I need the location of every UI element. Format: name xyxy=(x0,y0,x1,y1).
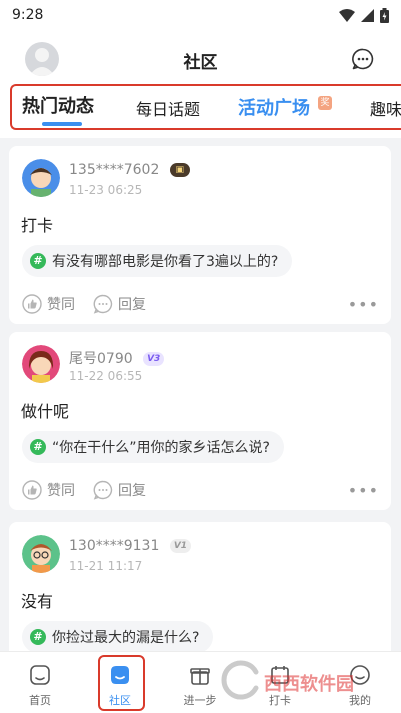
hashtag-icon: # xyxy=(30,253,46,269)
battery-icon xyxy=(380,7,389,23)
comment-icon xyxy=(93,480,113,500)
post-card[interactable]: 135****7602 ▣ 11-23 06:25 打卡 # 有没有哪部电影是你… xyxy=(9,146,391,324)
like-label: 赞同 xyxy=(47,297,75,313)
post-time: 11-23 06:25 xyxy=(69,183,143,197)
tab-active-underline xyxy=(42,122,82,126)
hashtag-icon: # xyxy=(30,629,46,645)
tab-bar: 热门动态 每日话题 活动广场 奖 趣味 xyxy=(0,82,401,138)
like-button[interactable]: 赞同 xyxy=(22,294,75,314)
nav-highlight-box xyxy=(98,655,145,711)
message-icon[interactable] xyxy=(351,47,375,71)
thumbs-up-icon xyxy=(22,294,42,314)
reply-label: 回复 xyxy=(118,297,146,313)
gift-icon xyxy=(190,668,210,685)
level-badge: V3 xyxy=(143,352,165,366)
post-text: 做什呢 xyxy=(21,402,70,421)
post-avatar[interactable] xyxy=(22,535,60,573)
post-username: 尾号0790 xyxy=(69,351,133,367)
hashtag-icon: # xyxy=(30,439,46,455)
cellular-icon xyxy=(361,8,374,22)
post-text: 没有 xyxy=(21,592,54,611)
more-options-icon[interactable]: ••• xyxy=(348,481,379,500)
nav-home-label: 首页 xyxy=(29,694,51,707)
topic-chip[interactable]: # 有没有哪部电影是你看了3遍以上的? xyxy=(22,245,293,277)
reply-label: 回复 xyxy=(118,483,146,499)
topic-text: 有没有哪部电影是你看了3遍以上的? xyxy=(52,254,279,270)
post-username: 135****7602 xyxy=(69,162,160,178)
post-avatar[interactable] xyxy=(22,345,60,383)
post-avatar[interactable] xyxy=(22,159,60,197)
topic-text: “你在干什么”用你的家乡话怎么说? xyxy=(52,440,270,456)
status-bar: 9:28 xyxy=(0,0,401,30)
page-title: 社区 xyxy=(183,53,218,73)
post-text: 打卡 xyxy=(21,216,54,235)
level-badge: V1 xyxy=(169,539,192,553)
like-button[interactable]: 赞同 xyxy=(22,480,75,500)
reply-button[interactable]: 回复 xyxy=(93,294,146,314)
tab-highlight-box: 热门动态 每日话题 活动广场 奖 趣味 xyxy=(10,84,401,130)
reward-badge: 奖 xyxy=(318,96,332,110)
post-time: 11-22 06:55 xyxy=(69,369,143,383)
status-time: 9:28 xyxy=(12,7,44,23)
tab-daily-topic[interactable]: 每日话题 xyxy=(136,89,200,128)
like-label: 赞同 xyxy=(47,483,75,499)
topic-text: 你捡过最大的漏是什么? xyxy=(52,630,200,646)
home-icon xyxy=(30,665,50,685)
post-card[interactable]: 尾号0790 V3 11-22 06:55 做什呢 # “你在干什么”用你的家乡… xyxy=(9,332,391,510)
more-options-icon[interactable]: ••• xyxy=(348,295,379,314)
reply-button[interactable]: 回复 xyxy=(93,480,146,500)
tab-fun[interactable]: 趣味 xyxy=(370,89,401,128)
post-username: 130****9131 xyxy=(69,538,160,554)
post-card[interactable]: 130****9131 V1 11-21 11:17 没有 # 你捡过最大的漏是… xyxy=(9,522,391,651)
comment-icon xyxy=(93,294,113,314)
topic-chip[interactable]: # 你捡过最大的漏是什么? xyxy=(22,621,214,651)
tab-activity-plaza[interactable]: 活动广场 xyxy=(238,88,310,128)
member-badge-icon: ▣ xyxy=(169,163,190,177)
watermark-text: 西西软件园 xyxy=(264,674,354,695)
post-time: 11-21 11:17 xyxy=(69,559,143,573)
app-header: 社区 xyxy=(0,30,401,82)
wifi-icon xyxy=(339,8,355,22)
watermark: 西西软件园 xyxy=(218,658,388,708)
nav-home[interactable]: 首页 xyxy=(0,652,80,713)
topic-chip[interactable]: # “你在干什么”用你的家乡话怎么说? xyxy=(22,431,284,463)
post-feed[interactable]: 135****7602 ▣ 11-23 06:25 打卡 # 有没有哪部电影是你… xyxy=(0,138,401,651)
thumbs-up-icon xyxy=(22,480,42,500)
watermark-logo-icon xyxy=(221,660,259,700)
